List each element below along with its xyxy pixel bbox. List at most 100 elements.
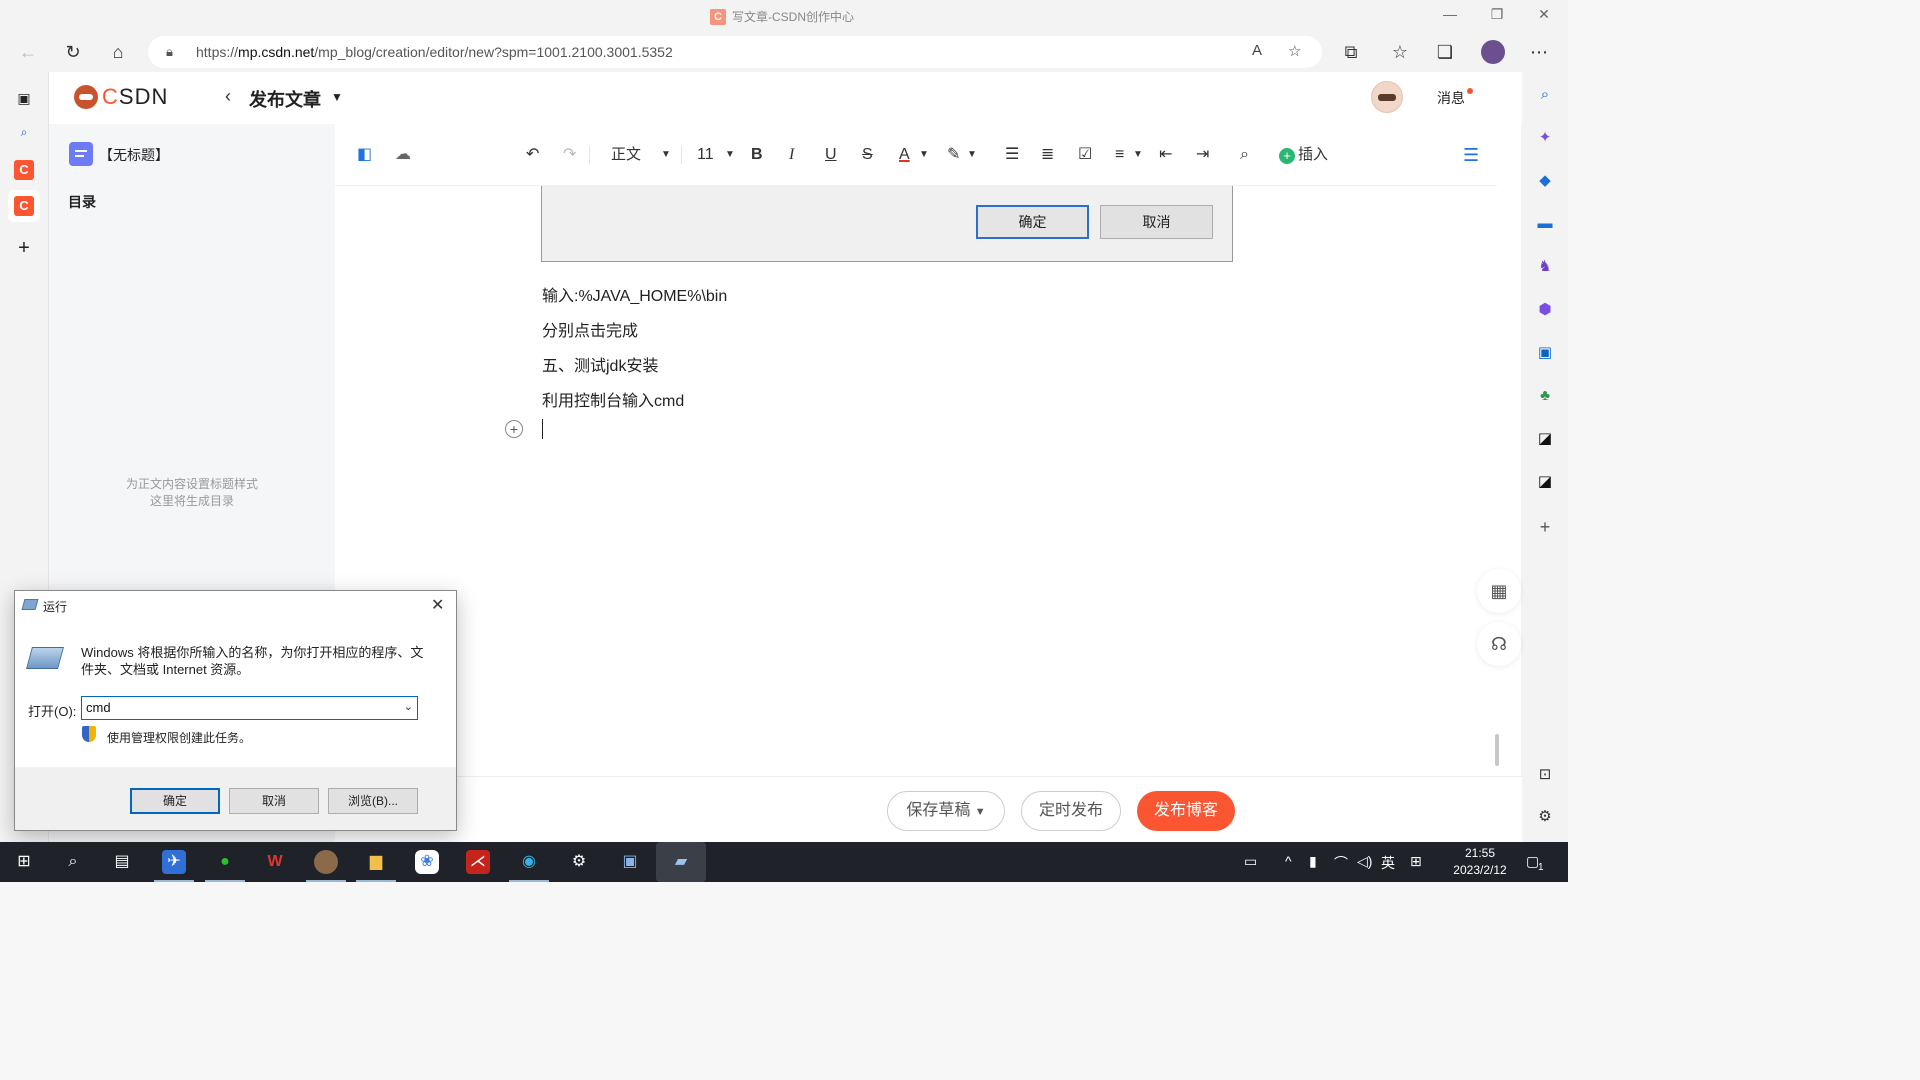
underline-icon[interactable]: U [825,144,837,166]
pdf-app-icon[interactable]: ⋌ [466,850,490,874]
chevron-down-icon[interactable]: ⌄ [404,700,413,713]
cloud-sync-icon[interactable]: ☁ [395,144,411,166]
shopping-icon[interactable]: ◆ [1535,171,1555,191]
paragraph[interactable]: 分别点击完成 [542,317,638,341]
read-aloud-icon[interactable]: A [1252,42,1262,59]
restore-button[interactable]: ❐ [1487,6,1507,23]
document-title[interactable]: 【无标题】 [99,145,169,165]
search-taskbar-icon[interactable]: ⌕ [61,850,85,874]
refresh-icon[interactable]: ↻ [61,40,85,64]
lock-icon[interactable]: 🔒︎ [166,44,173,60]
run-taskbar-icon[interactable]: ▰ [656,842,706,882]
menu-icon[interactable]: ☰ [1463,144,1479,166]
bullet-list-icon[interactable]: ☰ [1005,144,1019,166]
font-size-select[interactable]: 11 [697,144,714,166]
editor-content[interactable]: 确定 取消 输入:%JAVA_HOME%\bin 分别点击完成 五、测试jdk安… [335,186,1497,776]
task-view-icon[interactable]: ▤ [110,850,134,874]
file-explorer-icon[interactable]: ▆ [364,850,388,874]
align-icon[interactable]: ≡ [1115,144,1124,166]
add-block-icon[interactable]: + [505,420,523,438]
ime-indicator[interactable]: 英 [1381,853,1395,873]
home-icon[interactable]: ⌂ [106,40,130,64]
run-ok-button[interactable]: 确定 [130,788,220,814]
schedule-publish-button[interactable]: 定时发布 [1021,791,1121,831]
find-icon[interactable]: ⌕ [1240,144,1249,166]
paragraph[interactable]: 五、测试jdk安装 [542,352,658,376]
outdent-icon[interactable]: ⇤ [1159,144,1172,166]
bold-icon[interactable]: B [751,144,763,166]
tree-icon[interactable]: ♣ [1535,386,1555,406]
italic-icon[interactable]: I [789,144,794,166]
wechat-app-icon[interactable]: ● [213,850,237,874]
search-tab-icon[interactable]: ⌕ [14,122,34,142]
publish-button[interactable]: 发布博客 [1137,791,1235,831]
close-window-button[interactable]: ✕ [1534,6,1554,23]
more-menu-icon[interactable]: ⋯ [1527,40,1551,64]
close-icon[interactable]: ✕ [431,595,444,615]
address-bar[interactable]: 🔒︎ https://mp.csdn.net/mp_blog/creation/… [148,36,1322,68]
wps-app-icon[interactable]: W [263,850,287,874]
show-hidden-icons-chevron[interactable]: ^ [1285,853,1292,869]
baidu-netdisk-icon[interactable]: ❀ [415,850,439,874]
undo-icon[interactable]: ↶ [526,144,539,166]
paragraph-style-select[interactable]: 正文 [611,144,641,166]
search-icon[interactable]: ⌕ [1535,85,1555,105]
customer-service-icon[interactable]: ☊ [1477,622,1521,666]
network-icon[interactable]: ⌒ [1334,853,1348,873]
tools-icon[interactable]: ▬ [1535,214,1555,234]
numbered-list-icon[interactable]: ≣ [1041,144,1054,166]
battery-icon[interactable]: ▮ [1309,853,1317,870]
back-chevron-icon[interactable]: ‹ [225,86,231,107]
strikethrough-icon[interactable]: S [862,144,873,166]
copilot-icon[interactable]: ✦ [1535,128,1555,148]
keyboard-icon[interactable]: ▭ [1244,853,1257,870]
extensions-icon[interactable]: ⧉ [1339,40,1363,64]
paragraph[interactable]: 利用控制台输入cmd [542,387,684,411]
favorites-icon[interactable]: ☆ [1388,40,1412,64]
toggle-toc-icon[interactable]: ◧ [357,144,372,166]
minimize-button[interactable]: — [1440,6,1460,22]
font-size-caret-icon[interactable]: ▼ [725,144,735,166]
highlight-icon[interactable]: ✎ [947,144,960,166]
hide-sidebar-icon[interactable]: ⊡ [1535,765,1555,785]
font-color-caret-icon[interactable]: ▼ [919,144,929,166]
csdn-active-tab-icon[interactable]: C [8,190,40,222]
profile-avatar[interactable] [1481,40,1505,64]
edge-browser-icon[interactable]: ◉ [517,850,541,874]
start-icon[interactable]: ⊞ [12,850,36,874]
sidebar-settings-icon[interactable]: ⚙ [1535,807,1555,827]
taskbar-clock[interactable]: 21:55 2023/2/12 [1440,845,1520,879]
remote-desktop-icon[interactable]: ▣ [618,850,642,874]
page-title[interactable]: 发布文章 [249,86,321,112]
user-avatar[interactable] [1371,81,1403,113]
games-icon[interactable]: ♞ [1535,257,1555,277]
tab-actions-icon[interactable]: ▣ [14,88,34,108]
checklist-icon[interactable]: ☑ [1078,144,1092,166]
settings-app-icon[interactable]: ⚙ [567,850,591,874]
highlight-caret-icon[interactable]: ▼ [967,144,977,166]
new-tab-icon[interactable]: + [14,238,34,258]
csdn-logo[interactable]: CSDN [74,84,168,110]
csdn-tab-icon[interactable]: C [14,160,34,180]
add-sidebar-app-icon[interactable]: + [1535,517,1555,537]
caret-down-icon[interactable]: ▼ [331,90,343,104]
save-draft-button[interactable]: 保存草稿 ▼ [887,791,1005,831]
align-caret-icon[interactable]: ▼ [1133,144,1143,166]
feishu-app-icon[interactable]: ✈ [162,850,186,874]
paragraph[interactable]: 输入:%JAVA_HOME%\bin [542,282,727,306]
redo-icon[interactable]: ↷ [563,144,576,166]
run-command-combobox[interactable]: ⌄ [81,696,418,720]
volume-icon[interactable]: ◁) [1357,853,1372,870]
run-browse-button[interactable]: 浏览(B)... [328,788,418,814]
ime-mode-icon[interactable]: ⊞ [1410,853,1422,870]
paragraph-style-caret-icon[interactable]: ▼ [661,144,671,166]
run-cancel-button[interactable]: 取消 [229,788,319,814]
indent-icon[interactable]: ⇥ [1196,144,1209,166]
run-command-input[interactable] [86,700,386,715]
qr-code-icon[interactable]: ▦ [1477,569,1521,613]
insert-button[interactable]: + 插入 [1279,144,1328,166]
collections-icon[interactable]: ❏ [1433,40,1457,64]
back-icon[interactable]: ← [16,40,40,64]
messages-link[interactable]: 消息 [1437,88,1465,108]
extension-app-icon-2[interactable]: ◪ [1535,472,1555,492]
